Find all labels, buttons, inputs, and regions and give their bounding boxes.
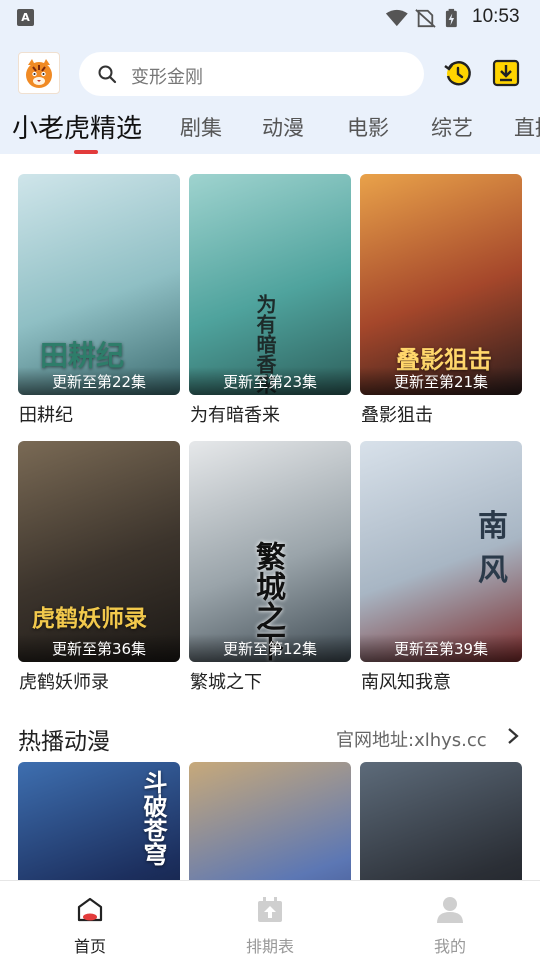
category-tabs: 小老虎精选 剧集 动漫 电影 综艺 直播 [0,98,540,154]
nav-home[interactable]: 首页 [30,881,150,960]
nav-schedule-label: 排期表 [245,937,294,956]
drama-card[interactable]: 田耕纪 更新至第22集 田耕纪 [18,174,180,426]
notification-icon: A [17,9,34,26]
status-icons [385,8,457,28]
nav-home-label: 首页 [73,937,106,956]
episode-badge: 更新至第23集 [189,367,351,395]
nav-profile-label: 我的 [433,937,466,956]
search-bar[interactable]: 变形金刚 [79,52,424,96]
app-header: 变形金刚 [0,36,540,98]
episode-badge: 更新至第36集 [18,634,180,662]
search-icon [98,65,117,84]
tab-series[interactable]: 剧集 [180,112,222,142]
status-bar: A 10:53 [0,0,540,36]
calendar-icon [258,897,282,922]
episode-badge: 更新至第39集 [360,634,522,662]
tab-live[interactable]: 直播 [514,112,540,142]
poster-image[interactable]: 南风 更新至第39集 [360,441,522,662]
card-title[interactable]: 叠影狙击 [361,401,433,427]
tiger-logo-art [26,59,52,88]
drama-card[interactable]: 南风 更新至第39集 南风知我意 [360,441,522,693]
poster-image[interactable]: 叠影狙击 更新至第21集 [360,174,522,395]
search-placeholder: 变形金刚 [131,67,203,88]
main-feed[interactable]: 田耕纪 更新至第22集 田耕纪 为有暗香来 更新至第23集 为有暗香来 叠影狙击… [0,154,540,880]
card-title[interactable]: 为有暗香来 [190,401,280,427]
anime-card[interactable] [189,762,351,880]
drama-card[interactable]: 为有暗香来 更新至第23集 为有暗香来 [189,174,351,426]
anime-card[interactable]: 斗破苍穹 [18,762,180,880]
card-title[interactable]: 南风知我意 [361,668,451,694]
poster-image[interactable]: 虎鹤妖师录 更新至第36集 [18,441,180,662]
drama-card[interactable]: 繁城之下 更新至第12集 繁城之下 [189,441,351,693]
no-sim-icon [415,9,436,28]
poster-title-art: 南风 [478,509,508,588]
drama-card[interactable]: 叠影狙击 更新至第21集 叠影狙击 [360,174,522,426]
card-title[interactable]: 虎鹤妖师录 [19,668,109,694]
poster-image[interactable]: 田耕纪 更新至第22集 [18,174,180,395]
section-title-hot-anime: 热播动漫 [18,729,110,755]
tab-movies[interactable]: 电影 [347,112,389,142]
card-title[interactable]: 繁城之下 [190,668,262,694]
nav-schedule[interactable]: 排期表 [210,881,330,960]
poster-image[interactable] [360,762,522,880]
tab-variety[interactable]: 综艺 [431,112,473,142]
nav-profile[interactable]: 我的 [390,881,510,960]
episode-badge: 更新至第22集 [18,367,180,395]
profile-icon [437,897,463,923]
poster-image[interactable]: 繁城之下 更新至第12集 [189,441,351,662]
battery-charging-icon [445,8,457,28]
card-title[interactable]: 田耕纪 [19,401,73,427]
anime-card[interactable] [360,762,522,880]
history-icon[interactable] [443,58,473,88]
home-icon [77,897,103,922]
wifi-icon [385,9,408,27]
clock: 10:53 [472,6,520,27]
poster-image[interactable]: 斗破苍穹 [18,762,180,880]
chevron-right-icon[interactable] [506,726,520,746]
tab-featured[interactable]: 小老虎精选 [12,108,142,145]
official-site-link[interactable]: 官网地址:xlhys.cc [336,726,487,752]
drama-card[interactable]: 虎鹤妖师录 更新至第36集 虎鹤妖师录 [18,441,180,693]
episode-badge: 更新至第21集 [360,367,522,395]
tiger-logo[interactable] [18,52,60,94]
tab-anime[interactable]: 动漫 [262,112,304,142]
poster-title-art: 斗破苍穹 [139,770,167,866]
bottom-navigation: 首页 排期表 我的 [0,880,540,960]
poster-image[interactable] [189,762,351,880]
poster-image[interactable]: 为有暗香来 更新至第23集 [189,174,351,395]
download-icon[interactable] [492,59,520,87]
episode-badge: 更新至第12集 [189,634,351,662]
poster-title-art: 虎鹤妖师录 [32,606,147,632]
